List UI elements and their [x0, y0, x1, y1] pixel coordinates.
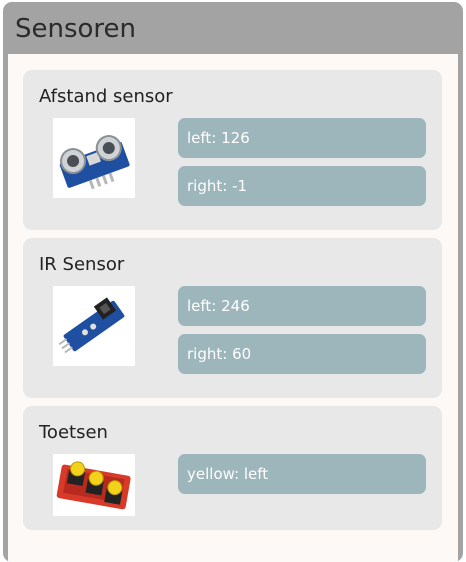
sensor-card-buttons: Toetsen yellow: left [23, 406, 442, 530]
sensor-title: Toetsen [39, 422, 108, 443]
sensor-title: Afstand sensor [39, 86, 173, 107]
sensor-card-ir: IR Sensor left: 246 right: 60 [23, 238, 442, 398]
reading-left: left: 126 [178, 118, 426, 158]
reading-left: left: 246 [178, 286, 426, 326]
buttons-module-icon [53, 454, 135, 516]
reading-right: right: -1 [178, 166, 426, 206]
sensors-panel: Sensoren Afstand sensor left: 126 right:… [3, 2, 463, 562]
ultrasonic-sensor-icon [53, 118, 135, 198]
ir-sensor-icon [53, 286, 135, 366]
panel-title: Sensoren [15, 14, 137, 44]
reading-yellow: yellow: left [178, 454, 426, 494]
sensor-title: IR Sensor [39, 254, 125, 275]
reading-right: right: 60 [178, 334, 426, 374]
sensor-card-distance: Afstand sensor left: 126 right: -1 [23, 70, 442, 230]
panel-body: Afstand sensor left: 126 right: -1 IR Se… [8, 54, 458, 562]
